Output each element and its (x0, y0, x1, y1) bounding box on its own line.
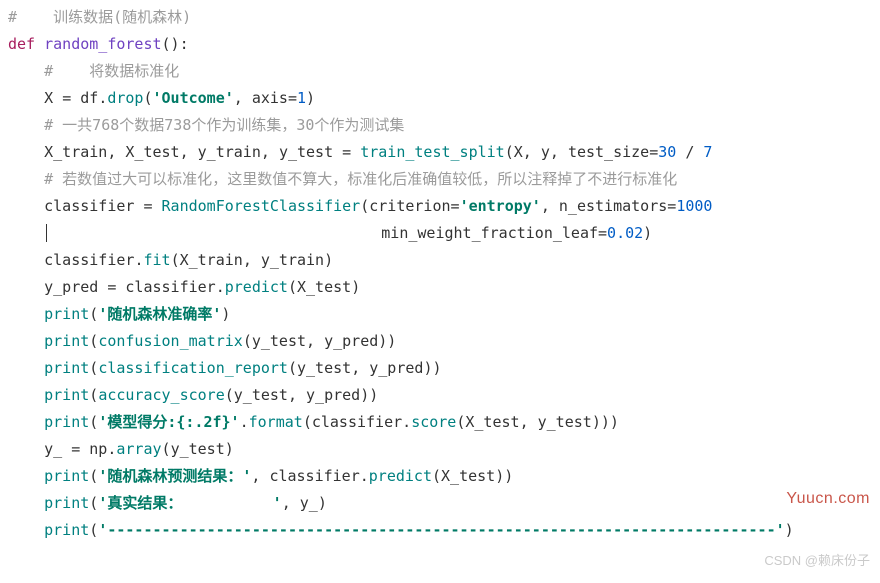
kwarg: test_size (568, 143, 649, 161)
ident: y_test (297, 359, 351, 377)
ident: X_test (465, 413, 519, 431)
call: print (44, 494, 89, 512)
string: '随机森林预测结果：' (98, 467, 251, 485)
call: train_test_split (360, 143, 505, 161)
call: print (44, 386, 89, 404)
ident: y_train (198, 143, 261, 161)
func-name: random_forest (44, 35, 161, 53)
ident: X_test (441, 467, 495, 485)
call: print (44, 332, 89, 350)
ident: y_test (279, 143, 333, 161)
call: drop (107, 89, 143, 107)
call: print (44, 305, 89, 323)
ident: y_test (252, 332, 306, 350)
string: '---------------------------------------… (98, 521, 784, 539)
ident: y_pred (369, 359, 423, 377)
ident: y (541, 143, 550, 161)
number: 0.02 (607, 224, 643, 242)
comment-line: # 若数值过大可以标准化，这里数值不算大，标准化后准确值较低，所以注释掉了不进行… (44, 170, 677, 188)
ident: X_test (125, 143, 179, 161)
comment-line: # 训练数据(随机森林) (8, 8, 191, 26)
ident: X_train (44, 143, 107, 161)
string: 'entropy' (460, 197, 541, 215)
watermark-red: Yuucn.com (786, 490, 870, 508)
ident: y_test (171, 440, 225, 458)
comment-line: # 一共768个数据738个作为训练集，30个作为测试集 (44, 116, 404, 134)
ident: classifier (269, 467, 359, 485)
call: print (44, 521, 89, 539)
ident: y_pred (44, 278, 98, 296)
string: 'Outcome' (153, 89, 234, 107)
ident: y_test (234, 386, 288, 404)
ident: X (44, 89, 53, 107)
kwarg: axis (252, 89, 288, 107)
ident: X_test (297, 278, 351, 296)
ident: classifier (312, 413, 402, 431)
kwarg: min_weight_fraction_leaf (381, 224, 598, 242)
call: score (411, 413, 456, 431)
code-block: # 训练数据(随机森林) def random_forest(): # 将数据标… (0, 0, 880, 548)
call: classification_report (98, 359, 288, 377)
call: format (249, 413, 303, 431)
ident: df (80, 89, 98, 107)
kwarg: criterion (369, 197, 450, 215)
string: '模型得分:{:.2f}' (98, 413, 239, 431)
call: predict (225, 278, 288, 296)
call: predict (369, 467, 432, 485)
call: fit (143, 251, 170, 269)
cursor (46, 224, 47, 242)
number: 7 (703, 143, 712, 161)
kw-def: def (8, 35, 35, 53)
number: 1 (297, 89, 306, 107)
string: '随机森林准确率' (98, 305, 221, 323)
call: print (44, 413, 89, 431)
number: 30 (658, 143, 676, 161)
ident: X_train (180, 251, 243, 269)
call: confusion_matrix (98, 332, 243, 350)
ident: np (89, 440, 107, 458)
ident: classifier (125, 278, 215, 296)
ident: y_pred (324, 332, 378, 350)
comment-line: # 将数据标准化 (44, 62, 179, 80)
ident: y_train (261, 251, 324, 269)
kwarg: n_estimators (559, 197, 667, 215)
ident: y_ (44, 440, 62, 458)
ident: y_pred (306, 386, 360, 404)
ident: X (514, 143, 523, 161)
ident: y_ (300, 494, 318, 512)
call: RandomForestClassifier (162, 197, 361, 215)
call: accuracy_score (98, 386, 224, 404)
call: array (116, 440, 161, 458)
ident: y_test (538, 413, 592, 431)
string: '真实结果： ' (98, 494, 281, 512)
watermark-grey: CSDN @赖床份子 (764, 550, 870, 569)
ident: classifier (44, 251, 134, 269)
call: print (44, 467, 89, 485)
number: 1000 (676, 197, 712, 215)
call: print (44, 359, 89, 377)
ident: classifier (44, 197, 134, 215)
